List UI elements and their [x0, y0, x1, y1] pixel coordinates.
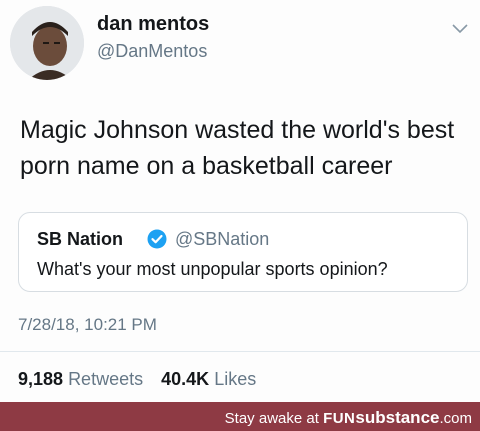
- tweet-card: dan mentos @DanMentos Magic Johnson wast…: [0, 0, 480, 402]
- watermark-suffix: .com: [439, 410, 472, 427]
- chevron-down-icon[interactable]: [451, 22, 469, 36]
- quoted-tweet[interactable]: SB Nation @SBNation What's your most unp…: [18, 212, 468, 292]
- watermark-text: Stay awake at FUNsubstance.com: [225, 408, 472, 428]
- retweets-stat[interactable]: 9,188 Retweets: [18, 369, 148, 389]
- avatar[interactable]: [10, 6, 84, 80]
- tweet-stats: 9,188 Retweets 40.4K Likes: [18, 369, 256, 390]
- profile-photo: [10, 6, 84, 80]
- likes-label: Likes: [214, 369, 257, 389]
- tweet-timestamp[interactable]: 7/28/18, 10:21 PM: [18, 315, 157, 335]
- watermark-brand-substance: substance: [355, 408, 440, 427]
- author-display-name[interactable]: dan mentos: [97, 13, 209, 36]
- likes-count: 40.4K: [161, 369, 210, 389]
- watermark-prefix: Stay awake at: [224, 410, 324, 427]
- quoted-tweet-text: What's your most unpopular sports opinio…: [37, 259, 388, 279]
- retweets-count: 9,188: [18, 369, 64, 389]
- quoted-author-name[interactable]: SB Nation: [37, 229, 123, 250]
- watermark-banner: Stay awake at FUNsubstance.com: [0, 402, 480, 431]
- likes-stat[interactable]: 40.4K Likes: [161, 369, 256, 389]
- watermark-brand-fun: FUN: [323, 410, 356, 427]
- retweets-label: Retweets: [68, 369, 144, 389]
- author-handle[interactable]: @DanMentos: [97, 41, 207, 62]
- tweet-text: Magic Johnson wasted the world's best po…: [20, 116, 455, 180]
- verified-badge-icon: [147, 229, 167, 249]
- quoted-author-handle[interactable]: @SBNation: [175, 229, 269, 250]
- divider: [0, 351, 480, 352]
